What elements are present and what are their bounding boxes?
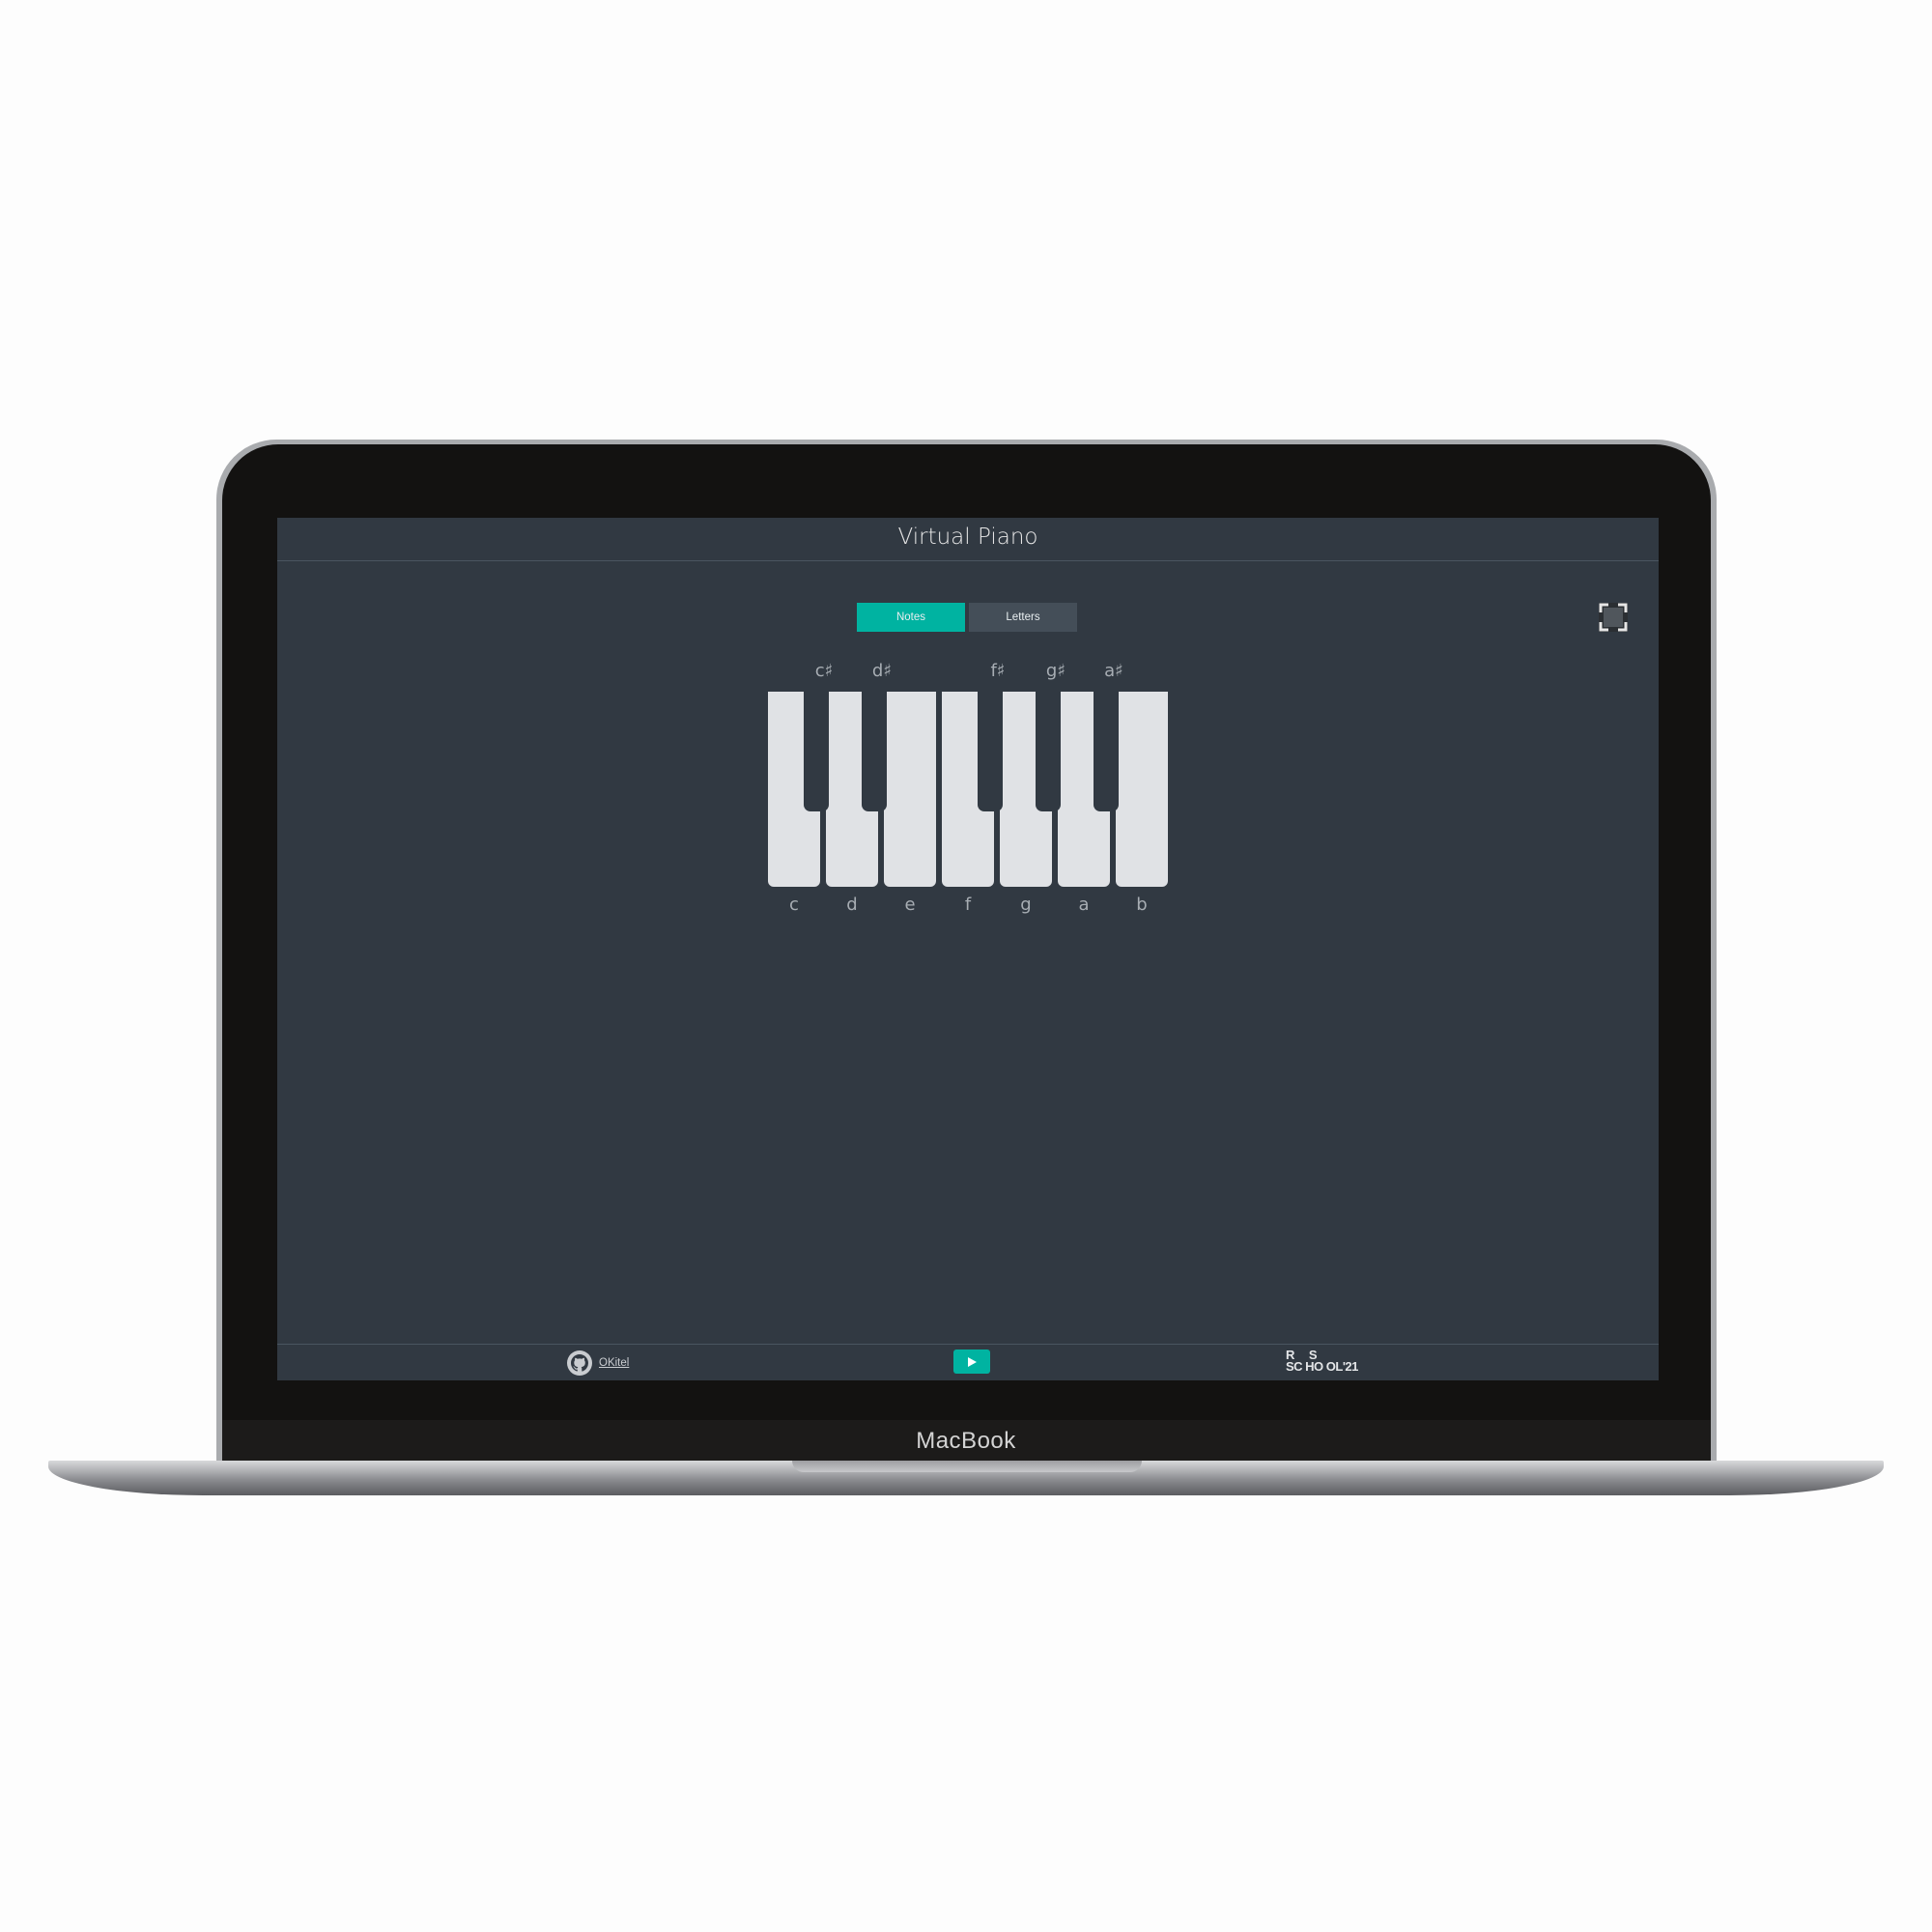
laptop-hinge-notch xyxy=(792,1461,1142,1472)
school-logo-line2: SC HO OL'21 xyxy=(1286,1359,1358,1374)
app-header: Virtual Piano xyxy=(277,518,1659,561)
note-label-d: d xyxy=(846,895,858,915)
note-label-c: c xyxy=(789,895,799,915)
sharp-label-g: g♯ xyxy=(1045,661,1066,681)
play-button[interactable] xyxy=(953,1350,990,1374)
piano-key-d-sharp[interactable] xyxy=(862,692,887,811)
github-icon xyxy=(567,1350,592,1376)
piano-key-b[interactable] xyxy=(1116,692,1168,887)
app-footer: OKitel R S SC HO OL'21 xyxy=(277,1344,1659,1380)
sharp-label-f: f♯ xyxy=(990,661,1006,681)
note-label-b: b xyxy=(1136,895,1148,915)
piano-key-a-sharp[interactable] xyxy=(1094,692,1119,811)
laptop-brand-label: MacBook xyxy=(916,1428,1016,1454)
piano-key-e[interactable] xyxy=(884,692,936,887)
note-label-e: e xyxy=(904,895,916,915)
page-title: Virtual Piano xyxy=(897,525,1038,550)
note-label-a: a xyxy=(1078,895,1090,915)
note-label-g: g xyxy=(1020,895,1032,915)
notes-button[interactable]: Notes xyxy=(857,603,965,632)
piano-key-f-sharp[interactable] xyxy=(978,692,1003,811)
piano-keyboard xyxy=(768,692,1169,887)
piano-key-c-sharp[interactable] xyxy=(804,692,829,811)
fullscreen-icon xyxy=(1599,603,1628,632)
app-screen: Virtual Piano Notes Letters c♯ d♯ f♯ g♯ … xyxy=(277,518,1659,1380)
sharp-label-c: c♯ xyxy=(814,661,834,681)
fullscreen-button[interactable] xyxy=(1599,603,1628,632)
piano-key-g-sharp[interactable] xyxy=(1036,692,1061,811)
letters-button[interactable]: Letters xyxy=(969,603,1077,632)
github-link[interactable]: OKitel xyxy=(567,1350,629,1377)
github-username: OKitel xyxy=(599,1357,630,1369)
note-label-f: f xyxy=(964,895,972,915)
sharp-label-d: d♯ xyxy=(871,661,893,681)
play-icon xyxy=(968,1356,977,1367)
rs-school-logo[interactable]: R S SC HO OL'21 xyxy=(1286,1349,1373,1377)
sharp-label-a: a♯ xyxy=(1104,661,1123,681)
